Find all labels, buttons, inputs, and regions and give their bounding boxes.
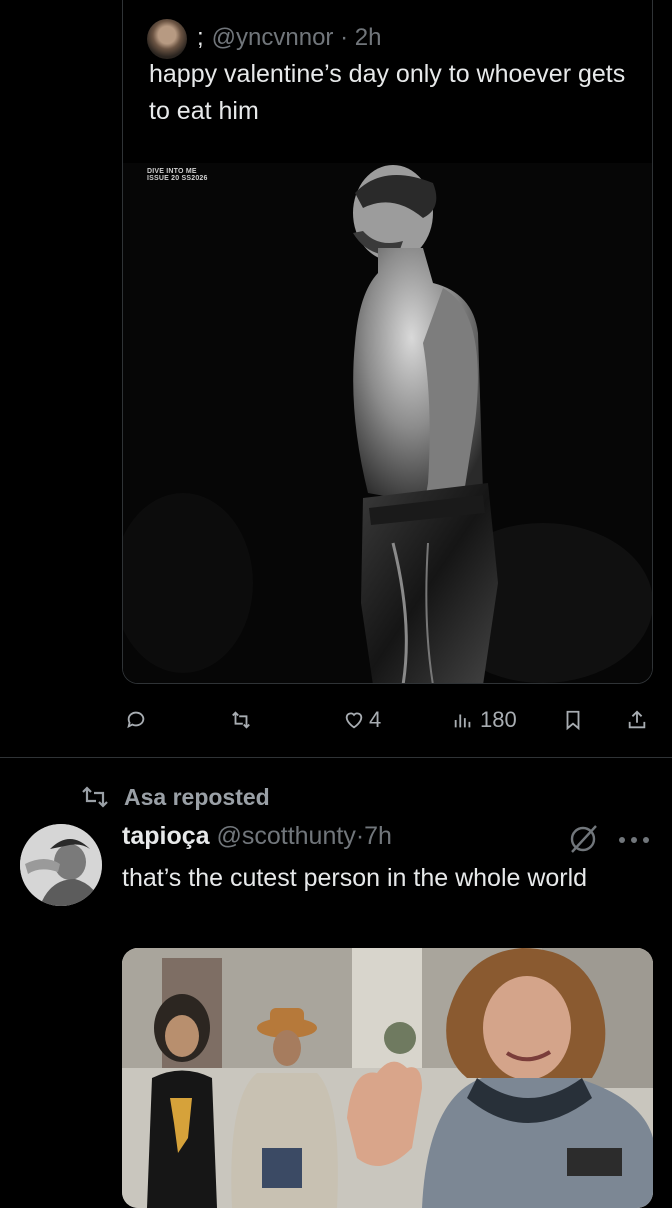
share-icon [628,710,646,729]
author-name[interactable]: tapioça [122,822,210,850]
repost-label: Asa reposted [124,783,270,810]
more-options-icon[interactable] [616,833,652,847]
views-button[interactable]: 180 [452,700,517,740]
quoted-tweet-photo[interactable]: DIVE INTO ME ISSUE 20 SS2026 [123,163,652,683]
magazine-caption: DIVE INTO ME [147,168,197,175]
author-avatar[interactable] [20,824,102,906]
tweet-action-bar: 4 180 [0,700,672,740]
share-button[interactable] [626,700,648,740]
display-name[interactable]: ; [197,24,204,51]
quoted-tweet-header: ; @yncvnnor · 2h [197,24,381,52]
heart-icon [345,712,363,729]
tweet-header: tapioça @scotthunty·7h [122,822,392,851]
photo-street-group [122,948,653,1208]
quoted-author-handle[interactable]: @yncvnnor [212,24,334,51]
bookmark-icon [566,710,580,731]
photo-man-night [123,163,652,683]
header-dot: · [340,24,349,51]
tweet-time[interactable]: 7h [364,822,392,850]
reply-icon [127,711,145,729]
magazine-issue: ISSUE 20 SS2026 [147,175,208,182]
author-handle[interactable]: @scotthunty [216,822,355,850]
bookmark-button[interactable] [562,700,584,740]
tweet-text: that’s the cutest person in the whole wo… [122,864,588,892]
tweet-photo[interactable] [122,948,653,1208]
retweet-button[interactable] [230,700,252,740]
repost-icon [82,786,108,808]
like-button[interactable]: 4 [343,700,381,740]
retweet-icon [232,711,250,729]
quoted-tweet-card[interactable]: ; @yncvnnor · 2h happy valentine’s day on… [122,0,653,684]
tweet-divider [0,757,672,758]
view-count: 180 [480,707,517,732]
header-dot: · [355,822,365,850]
grok-icon[interactable] [566,822,600,856]
repost-indicator[interactable]: Asa reposted [80,782,270,812]
quoted-tweet-text: happy valentine’s day only to whoever ge… [149,60,626,125]
quoted-author-avatar[interactable] [147,19,187,59]
quoted-tweet-time[interactable]: 2h [355,24,382,51]
avatar-photo [20,824,102,906]
bar-chart-icon [454,714,471,728]
reply-button[interactable] [125,700,147,740]
like-count: 4 [369,707,382,732]
